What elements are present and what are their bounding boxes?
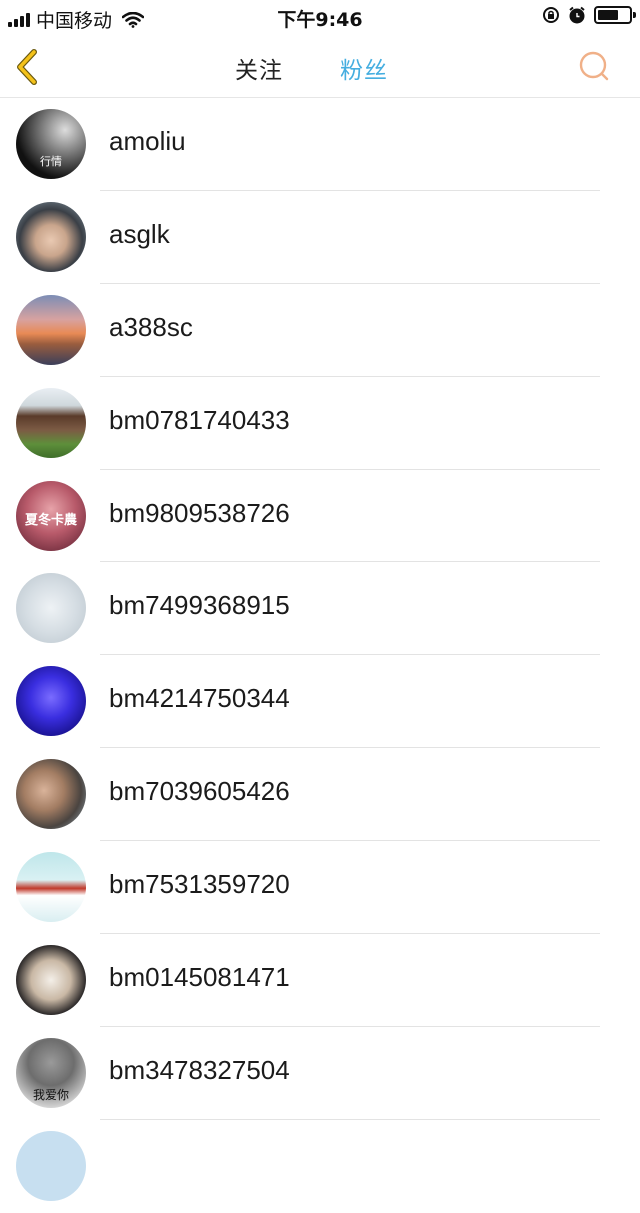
avatar[interactable]: [16, 573, 86, 644]
avatar[interactable]: [16, 759, 86, 830]
username: bm3478327504: [109, 1054, 290, 1085]
list-item[interactable]: 夏冬卡農 bm9809538726: [0, 470, 640, 563]
avatar[interactable]: 夏冬卡農: [16, 480, 86, 551]
avatar-caption: 行情: [40, 155, 62, 168]
username: bm7039605426: [109, 776, 290, 807]
list-item[interactable]: bm7039605426: [0, 748, 640, 842]
chevron-left-icon[interactable]: [12, 48, 44, 86]
avatar[interactable]: 我爱你: [16, 1037, 86, 1108]
fans-list: 行情 amoliu asglk a388sc bm0781740433 夏冬卡農…: [0, 98, 640, 1213]
tab-follow[interactable]: 关注: [235, 51, 283, 85]
username: amoliu: [109, 126, 186, 156]
username: bm9809538726: [109, 497, 290, 528]
list-item[interactable]: bm0145081471: [0, 934, 640, 1027]
list-item[interactable]: a388sc: [0, 284, 640, 377]
username: bm0781740433: [109, 404, 290, 435]
rotation-lock-icon: [543, 7, 559, 23]
status-bar: 中国移动 下午9:46: [0, 0, 640, 34]
avatar[interactable]: [16, 1130, 86, 1201]
list-item[interactable]: bm4214750344: [0, 655, 640, 749]
battery-icon: [594, 6, 636, 24]
list-item[interactable]: bm7531359720: [0, 841, 640, 935]
list-item[interactable]: bm0781740433: [0, 377, 640, 470]
avatar[interactable]: [16, 387, 86, 458]
nav-bar: 关注 粉丝: [0, 34, 640, 98]
username: bm7499368915: [109, 590, 290, 621]
status-right: [542, 6, 636, 24]
alarm-icon: [569, 6, 585, 24]
username: a388sc: [109, 311, 193, 342]
avatar[interactable]: [16, 666, 86, 737]
avatar-caption: 我爱你: [32, 1087, 69, 1102]
search-icon[interactable]: [578, 50, 610, 82]
list-item[interactable]: bm7499368915: [0, 562, 640, 656]
list-item[interactable]: 行情 amoliu: [0, 98, 640, 191]
list-item[interactable]: asglk: [0, 191, 640, 284]
username: bm4214750344: [109, 683, 290, 714]
username: bm7531359720: [109, 869, 290, 900]
tab-fans[interactable]: 粉丝: [340, 51, 388, 85]
list-item[interactable]: 我爱你 bm3478327504: [0, 1027, 640, 1120]
list-item[interactable]: [0, 1120, 640, 1213]
avatar-caption: 夏冬卡農: [24, 512, 77, 528]
avatar[interactable]: [16, 945, 86, 1016]
avatar[interactable]: [16, 201, 86, 272]
avatar[interactable]: [16, 852, 86, 923]
avatar[interactable]: [16, 294, 86, 365]
avatar[interactable]: 行情: [16, 109, 86, 179]
username: asglk: [109, 218, 170, 249]
username: bm0145081471: [109, 962, 290, 993]
